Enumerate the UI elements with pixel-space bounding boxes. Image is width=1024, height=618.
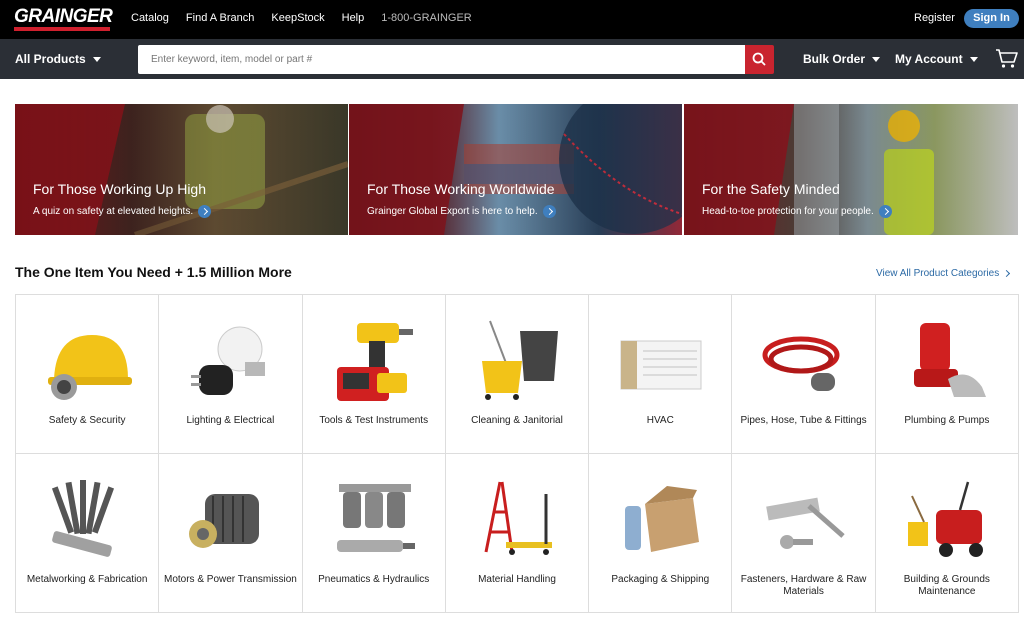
category-label: Motors & Power Transmission xyxy=(164,574,297,585)
category-label: Safety & Security xyxy=(48,415,126,426)
category-label: HVAC xyxy=(646,415,674,426)
banner-subtitle[interactable]: Grainger Global Export is here to help. xyxy=(367,205,556,218)
chevron-down-icon xyxy=(872,57,881,63)
category-label: Plumbing & Pumps xyxy=(904,415,990,426)
link-catalog[interactable]: Catalog xyxy=(131,12,169,24)
category-label: Fasteners, Hardware & Raw Materials xyxy=(740,574,867,597)
banner-safety-minded[interactable]: For the Safety Minded Head-to-toe protec… xyxy=(684,104,1018,235)
arrow-right-icon xyxy=(878,205,892,218)
banner-title: For the Safety Minded xyxy=(702,181,840,197)
category-lighting-electrical[interactable]: Lighting & Electrical xyxy=(159,295,303,454)
arrow-right-icon xyxy=(198,205,212,218)
link-find-branch[interactable]: Find A Branch xyxy=(186,12,255,24)
arrow-right-icon xyxy=(542,205,556,218)
category-label: Pneumatics & Hydraulics xyxy=(318,574,430,585)
mop-bucket-icon xyxy=(481,320,558,400)
ladder-icon xyxy=(484,481,552,555)
light-bulb-icon xyxy=(191,326,266,395)
chevron-right-icon xyxy=(1003,269,1011,277)
banner-working-worldwide[interactable]: For Those Working Worldwide Grainger Glo… xyxy=(349,104,682,235)
category-cleaning-janitorial[interactable]: Cleaning & Janitorial xyxy=(445,295,590,454)
banner-subtitle-text: Head-to-toe protection for your people. xyxy=(702,206,874,217)
pump-icon xyxy=(913,323,986,397)
category-grid: Safety & Security Lighting & Electrical … xyxy=(15,294,1019,613)
air-conditioner-icon xyxy=(620,340,702,390)
category-metalworking[interactable]: Metalworking & Fabrication xyxy=(16,454,160,613)
all-products-menu[interactable]: All Products xyxy=(15,52,101,66)
category-plumbing-pumps[interactable]: Plumbing & Pumps xyxy=(875,295,1019,454)
banner-subtitle-text: Grainger Global Export is here to help. xyxy=(367,206,538,217)
banner-subtitle-text: A quiz on safety at elevated heights. xyxy=(33,206,194,217)
logo-underline xyxy=(14,27,110,31)
banner-subtitle[interactable]: A quiz on safety at elevated heights. xyxy=(33,205,212,218)
link-keepstock[interactable]: KeepStock xyxy=(271,12,324,24)
my-account-label: My Account xyxy=(895,52,963,66)
banner-working-up-high[interactable]: For Those Working Up High A quiz on safe… xyxy=(15,104,348,235)
category-motors-power[interactable]: Motors & Power Transmission xyxy=(159,454,303,613)
all-products-label: All Products xyxy=(15,52,86,66)
category-safety-security[interactable]: Safety & Security xyxy=(16,295,160,454)
category-building-grounds[interactable]: Building & Grounds Maintenance xyxy=(875,454,1019,613)
search-icon xyxy=(752,52,766,66)
my-account-menu[interactable]: My Account xyxy=(895,52,978,66)
bulk-order-label: Bulk Order xyxy=(803,52,866,66)
category-hvac[interactable]: HVAC xyxy=(589,295,733,454)
pneumatics-icon xyxy=(336,484,415,552)
top-links: Catalog Find A Branch KeepStock Help 1-8… xyxy=(131,12,489,24)
category-pneumatics[interactable]: Pneumatics & Hydraulics xyxy=(302,454,446,613)
hard-hat-icon xyxy=(48,335,133,400)
grainger-logo[interactable]: GRAINGER xyxy=(14,6,113,31)
snow-blower-icon xyxy=(907,481,983,557)
sign-in-button[interactable]: Sign In xyxy=(964,9,1019,28)
search-input[interactable] xyxy=(138,45,745,74)
category-fasteners[interactable]: Fasteners, Hardware & Raw Materials xyxy=(732,454,876,613)
cart-icon xyxy=(996,49,1018,68)
phone-number[interactable]: 1-800-GRAINGER xyxy=(381,12,471,24)
category-label: Building & Grounds Maintenance xyxy=(903,574,990,597)
drill-icon xyxy=(336,323,413,401)
category-label: Lighting & Electrical xyxy=(186,415,275,426)
category-label: Tools & Test Instruments xyxy=(319,415,429,426)
hose-icon xyxy=(762,336,840,391)
chevron-down-icon xyxy=(92,57,101,63)
category-material-handling[interactable]: Material Handling xyxy=(445,454,590,613)
search-button[interactable] xyxy=(745,45,774,74)
category-label: Material Handling xyxy=(478,574,556,585)
category-label: Cleaning & Janitorial xyxy=(471,415,563,426)
register-link[interactable]: Register xyxy=(914,12,955,24)
bulk-order-menu[interactable]: Bulk Order xyxy=(803,52,881,66)
category-pipes-hose[interactable]: Pipes, Hose, Tube & Fittings xyxy=(732,295,876,454)
section-title: The One Item You Need + 1.5 Million More xyxy=(15,264,292,280)
banner-subtitle[interactable]: Head-to-toe protection for your people. xyxy=(702,205,892,218)
category-packaging[interactable]: Packaging & Shipping xyxy=(589,454,733,613)
view-all-label: View All Product Categories xyxy=(876,268,1000,279)
search-box xyxy=(138,45,745,74)
category-label: Pipes, Hose, Tube & Fittings xyxy=(740,415,867,426)
motor-icon xyxy=(189,494,260,548)
view-all-categories-link[interactable]: View All Product Categories xyxy=(876,268,1011,279)
link-help[interactable]: Help xyxy=(342,12,365,24)
category-label: Packaging & Shipping xyxy=(611,574,710,585)
wire-brush-icon xyxy=(52,480,115,557)
logo-text: GRAINGER xyxy=(14,6,113,27)
cart-button[interactable] xyxy=(995,48,1019,75)
category-tools-test[interactable]: Tools & Test Instruments xyxy=(302,295,446,454)
box-icon xyxy=(625,486,700,552)
banner-title: For Those Working Worldwide xyxy=(367,181,555,197)
fasteners-icon xyxy=(765,497,845,549)
banner-title: For Those Working Up High xyxy=(33,181,206,197)
category-label: Metalworking & Fabrication xyxy=(26,574,148,585)
nav-bar: All Products Bulk Order My Account xyxy=(0,39,1024,79)
chevron-down-icon xyxy=(969,57,978,63)
top-bar: GRAINGER Catalog Find A Branch KeepStock… xyxy=(0,0,1024,39)
